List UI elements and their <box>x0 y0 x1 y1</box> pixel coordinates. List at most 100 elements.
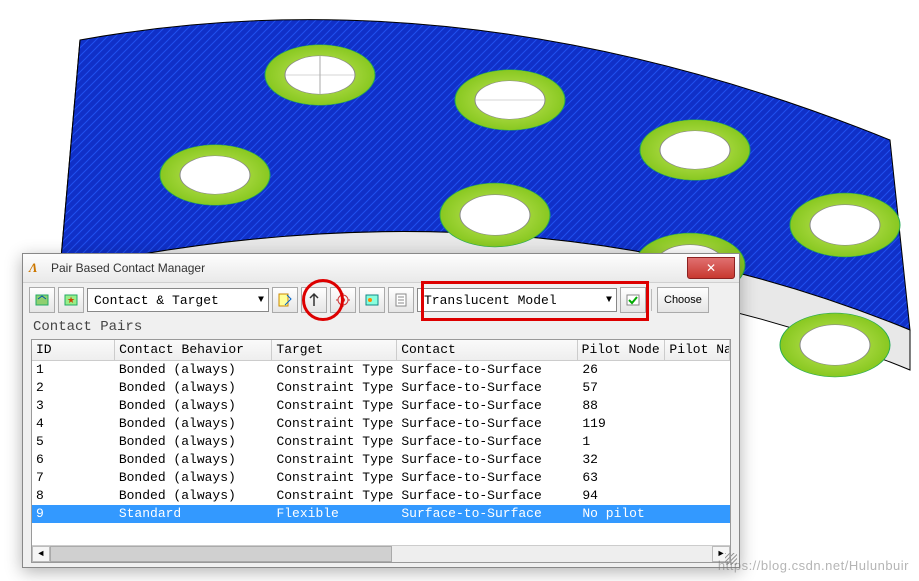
cell: Surface-to-Surface <box>397 469 578 487</box>
cell: Surface-to-Surface <box>397 415 578 433</box>
cell: Surface-to-Surface <box>397 451 578 469</box>
cell: 32 <box>578 451 666 469</box>
col-pilot-name[interactable]: Pilot Na <box>665 340 730 360</box>
cell <box>666 397 730 415</box>
cell: 6 <box>32 451 115 469</box>
contact-pairs-grid[interactable]: ID Contact Behavior Target Contact Pilot… <box>31 339 731 563</box>
table-row[interactable]: 3Bonded (always)Constraint TypeSurface-t… <box>32 397 730 415</box>
cell: Surface-to-Surface <box>397 379 578 397</box>
cell: 1 <box>578 433 666 451</box>
col-behavior[interactable]: Contact Behavior <box>115 340 272 360</box>
cell: 1 <box>32 361 115 379</box>
cell <box>666 487 730 505</box>
col-pilot-node[interactable]: Pilot Node <box>578 340 666 360</box>
app-icon: Λ <box>29 260 45 276</box>
cell: 4 <box>32 415 115 433</box>
cell: Surface-to-Surface <box>397 433 578 451</box>
cell: Surface-to-Surface <box>397 505 578 523</box>
list-button[interactable] <box>388 287 414 313</box>
col-target[interactable]: Target <box>272 340 397 360</box>
svg-text:★: ★ <box>67 295 75 305</box>
view-dropdown[interactable]: Contact & Target ▼ <box>87 288 269 312</box>
window-title: Pair Based Contact Manager <box>51 261 687 275</box>
col-contact[interactable]: Contact <box>397 340 577 360</box>
cell: Constraint Type <box>272 397 397 415</box>
cell: Surface-to-Surface <box>397 487 578 505</box>
apply-button[interactable] <box>620 287 646 313</box>
scroll-left-icon[interactable]: ◄ <box>32 546 50 562</box>
cell <box>666 451 730 469</box>
edit-properties-button[interactable] <box>272 287 298 313</box>
cell: 2 <box>32 379 115 397</box>
table-row[interactable]: 5Bonded (always)Constraint TypeSurface-t… <box>32 433 730 451</box>
cell: Flexible <box>272 505 397 523</box>
cell: Bonded (always) <box>115 415 273 433</box>
choose-button[interactable]: Choose <box>657 287 709 313</box>
cell <box>666 469 730 487</box>
table-row[interactable]: 1Bonded (always)Constraint TypeSurface-t… <box>32 361 730 379</box>
display-dropdown-label: Translucent Model <box>424 293 557 308</box>
cell: Bonded (always) <box>115 433 273 451</box>
cell: 94 <box>578 487 666 505</box>
cell: 8 <box>32 487 115 505</box>
cell: Bonded (always) <box>115 469 273 487</box>
cell <box>666 361 730 379</box>
cell: Surface-to-Surface <box>397 397 578 415</box>
cell: 88 <box>578 397 666 415</box>
cell <box>666 433 730 451</box>
table-row[interactable]: 7Bonded (always)Constraint TypeSurface-t… <box>32 469 730 487</box>
plot-button[interactable] <box>359 287 385 313</box>
cell: 7 <box>32 469 115 487</box>
cell: No pilot <box>578 505 666 523</box>
cell: Constraint Type <box>272 433 397 451</box>
cell: Bonded (always) <box>115 361 273 379</box>
wizard-button[interactable] <box>29 287 55 313</box>
horizontal-scrollbar[interactable]: ◄ ► <box>32 545 730 562</box>
close-button[interactable]: ✕ <box>687 257 735 279</box>
new-pair-button[interactable]: ★ <box>58 287 84 313</box>
titlebar[interactable]: Λ Pair Based Contact Manager ✕ <box>23 254 739 283</box>
cell: 3 <box>32 397 115 415</box>
scroll-thumb[interactable] <box>50 546 392 562</box>
contact-manager-dialog: Λ Pair Based Contact Manager ✕ ★ Contact… <box>22 253 740 568</box>
cell: Surface-to-Surface <box>397 361 578 379</box>
display-dropdown[interactable]: Translucent Model ▼ <box>417 288 617 312</box>
cell: 119 <box>578 415 666 433</box>
cell <box>666 379 730 397</box>
cell: Constraint Type <box>272 451 397 469</box>
section-label: Contact Pairs <box>23 317 739 337</box>
chevron-down-icon: ▼ <box>606 295 612 306</box>
table-row[interactable]: 8Bonded (always)Constraint TypeSurface-t… <box>32 487 730 505</box>
table-row[interactable]: 9StandardFlexibleSurface-to-SurfaceNo pi… <box>32 505 730 523</box>
cell: Standard <box>115 505 273 523</box>
flip-button[interactable] <box>301 287 327 313</box>
cell <box>666 505 730 523</box>
chevron-down-icon: ▼ <box>258 295 264 306</box>
table-row[interactable]: 6Bonded (always)Constraint TypeSurface-t… <box>32 451 730 469</box>
cell: Constraint Type <box>272 415 397 433</box>
cell: 9 <box>32 505 115 523</box>
cell: Constraint Type <box>272 379 397 397</box>
view-dropdown-label: Contact & Target <box>94 293 219 308</box>
settings-button[interactable] <box>330 287 356 313</box>
col-id[interactable]: ID <box>32 340 115 360</box>
cell: Constraint Type <box>272 469 397 487</box>
cell: Constraint Type <box>272 361 397 379</box>
cell: 5 <box>32 433 115 451</box>
grid-body[interactable]: 1Bonded (always)Constraint TypeSurface-t… <box>32 361 730 545</box>
cell: Bonded (always) <box>115 451 273 469</box>
table-row[interactable]: 4Bonded (always)Constraint TypeSurface-t… <box>32 415 730 433</box>
close-icon: ✕ <box>706 261 716 275</box>
cell: Bonded (always) <box>115 397 273 415</box>
cell: Constraint Type <box>272 487 397 505</box>
separator <box>651 289 652 311</box>
toolbar: ★ Contact & Target ▼ Translucent Model ▼ <box>23 283 739 317</box>
cell <box>666 415 730 433</box>
cell: Bonded (always) <box>115 487 273 505</box>
table-row[interactable]: 2Bonded (always)Constraint TypeSurface-t… <box>32 379 730 397</box>
cell: 26 <box>578 361 666 379</box>
cell: 63 <box>578 469 666 487</box>
cell: 57 <box>578 379 666 397</box>
grid-header: ID Contact Behavior Target Contact Pilot… <box>32 340 730 361</box>
watermark: https://blog.csdn.net/Hulunbuir <box>718 558 909 573</box>
